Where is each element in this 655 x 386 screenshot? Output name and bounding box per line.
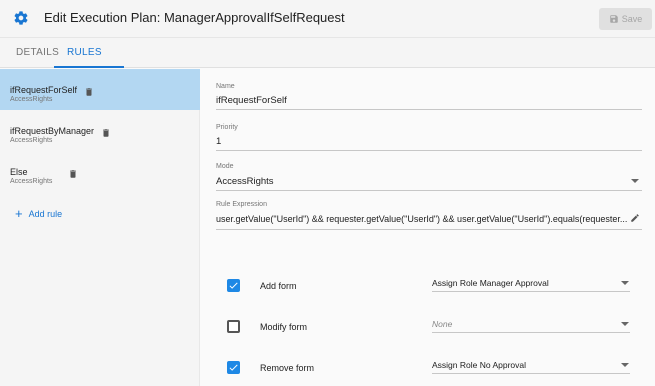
expression-label: Rule Expression bbox=[216, 201, 267, 208]
active-tab-indicator bbox=[54, 66, 124, 68]
add-rule-button[interactable]: + Add rule bbox=[15, 206, 63, 221]
save-button-label: Save bbox=[621, 14, 643, 24]
add-form-label: Add form bbox=[260, 281, 297, 291]
add-form-select[interactable]: Assign Role Manager Approval bbox=[432, 278, 549, 288]
save-button[interactable]: Save bbox=[599, 8, 652, 30]
expression-input[interactable]: user.getValue("UserId") && requester.get… bbox=[216, 214, 627, 224]
rule-item-else[interactable]: Else AccessRights bbox=[0, 151, 200, 192]
name-underline bbox=[216, 109, 642, 110]
page-title: Edit Execution Plan: ManagerApprovalIfSe… bbox=[44, 10, 345, 25]
mode-select[interactable]: AccessRights bbox=[216, 176, 274, 187]
rule-name: ifRequestForSelf bbox=[10, 85, 78, 95]
modify-form-label: Modify form bbox=[260, 322, 308, 332]
expression-underline bbox=[216, 229, 642, 230]
chevron-down-icon[interactable] bbox=[621, 281, 629, 285]
chevron-down-icon[interactable] bbox=[621, 363, 629, 367]
plus-icon: + bbox=[15, 206, 23, 221]
rule-item-ifrequestbymanager[interactable]: ifRequestByManager AccessRights bbox=[0, 110, 200, 151]
trash-icon[interactable] bbox=[68, 168, 78, 180]
mode-underline bbox=[216, 190, 642, 191]
priority-input[interactable]: 1 bbox=[216, 136, 221, 147]
rule-item-ifrequestforself[interactable]: ifRequestForSelf AccessRights bbox=[0, 69, 200, 110]
tab-bar: DETAILS RULES bbox=[0, 38, 655, 68]
name-label: Name bbox=[216, 83, 235, 90]
modify-form-underline bbox=[432, 332, 630, 333]
rules-sidebar: ifRequestForSelf AccessRights ifRequestB… bbox=[0, 69, 200, 386]
rule-name: Else bbox=[10, 167, 28, 177]
priority-label: Priority bbox=[216, 124, 238, 131]
tab-rules[interactable]: RULES bbox=[67, 47, 102, 58]
modify-form-checkbox[interactable] bbox=[227, 320, 240, 333]
rule-type: AccessRights bbox=[10, 178, 53, 185]
add-rule-label: Add rule bbox=[28, 209, 63, 219]
checkmark-icon bbox=[229, 364, 238, 371]
add-form-underline bbox=[432, 291, 630, 292]
tab-details[interactable]: DETAILS bbox=[16, 47, 59, 58]
floppy-disk-icon bbox=[609, 15, 618, 23]
add-form-checkbox[interactable] bbox=[227, 279, 240, 292]
checkmark-icon bbox=[229, 282, 238, 289]
trash-icon[interactable] bbox=[84, 86, 94, 98]
pencil-icon[interactable] bbox=[630, 213, 640, 223]
rule-type: AccessRights bbox=[10, 96, 53, 103]
chevron-down-icon[interactable] bbox=[631, 179, 639, 183]
remove-form-underline bbox=[432, 373, 630, 374]
mode-label: Mode bbox=[216, 163, 234, 170]
remove-form-checkbox[interactable] bbox=[227, 361, 240, 374]
title-bar: Edit Execution Plan: ManagerApprovalIfSe… bbox=[0, 0, 655, 38]
trash-icon[interactable] bbox=[101, 127, 111, 139]
rule-name: ifRequestByManager bbox=[10, 126, 95, 136]
name-input[interactable]: ifRequestForSelf bbox=[216, 95, 287, 106]
modify-form-select[interactable]: None bbox=[432, 319, 452, 329]
priority-underline bbox=[216, 150, 642, 151]
gear-icon bbox=[14, 11, 28, 25]
rule-type: AccessRights bbox=[10, 137, 53, 144]
remove-form-select[interactable]: Assign Role No Approval bbox=[432, 360, 526, 370]
chevron-down-icon[interactable] bbox=[621, 322, 629, 326]
remove-form-label: Remove form bbox=[260, 363, 315, 373]
